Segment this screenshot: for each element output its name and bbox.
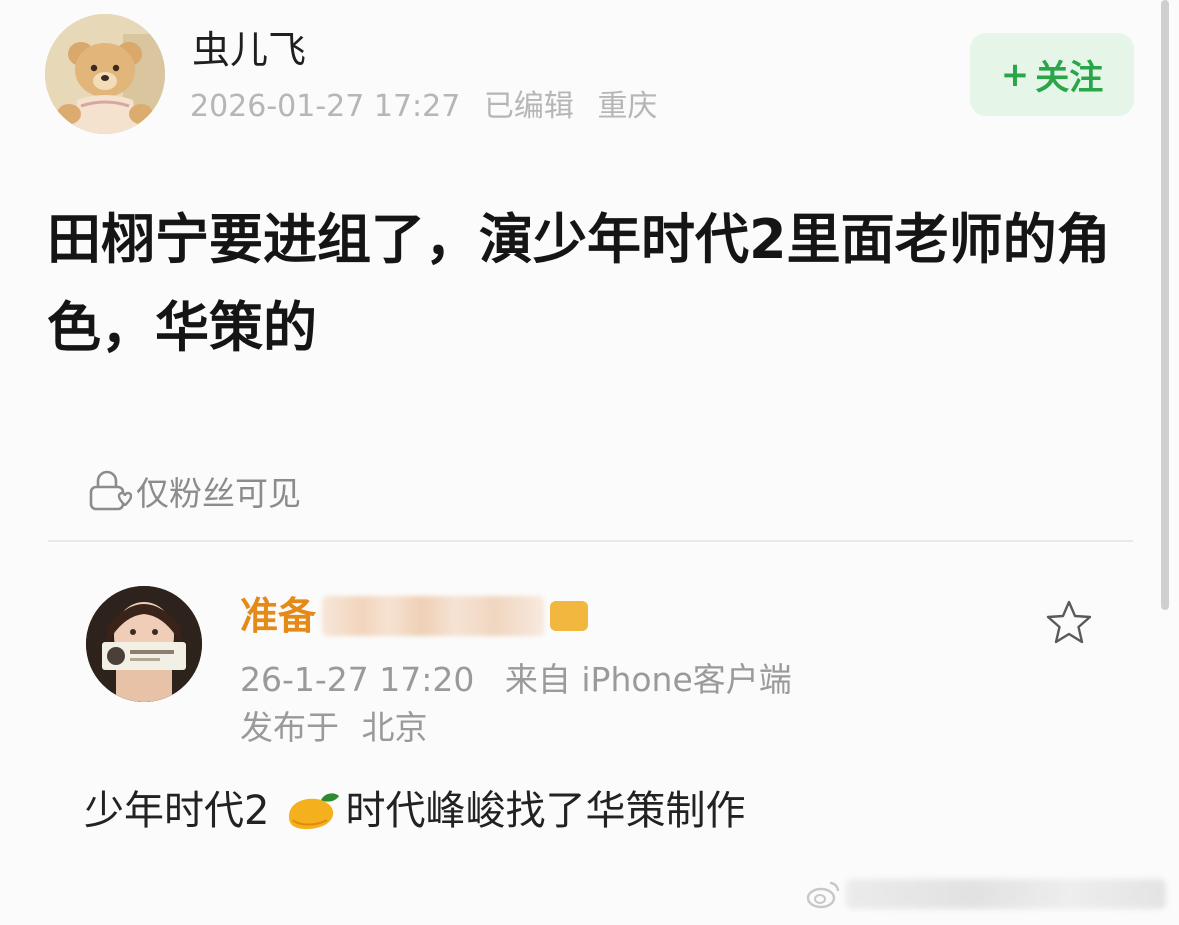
visibility-label: 仅粉丝可见 (136, 474, 301, 513)
poster-avatar[interactable] (45, 14, 165, 134)
post-text: 田栩宁要进组了，演少年时代2里面老师的角色，华策的 (47, 208, 1111, 359)
commenter-name-prefix: 准备 (240, 594, 317, 638)
lock-heart-icon (89, 470, 132, 511)
comment-text: 少年时代2 时代峰峻找了华策制作 (84, 784, 745, 838)
star-icon[interactable] (1044, 598, 1094, 648)
post-meta: 2026-01-27 17:27 已编辑 重庆 (190, 86, 671, 128)
comment-text-before: 少年时代2 (84, 788, 270, 834)
comment-source: 来自 iPhone客户端 (504, 660, 792, 699)
comment-time: 26-1-27 17:20 (240, 660, 475, 699)
commenter-name-blurred (322, 596, 545, 636)
post-location: 重庆 (597, 89, 658, 124)
commenter-avatar[interactable] (86, 586, 202, 702)
divider (48, 540, 1133, 542)
scrollbar[interactable] (1161, 0, 1169, 610)
follow-label: 关注 (1035, 58, 1104, 98)
poster-name[interactable]: 虫儿飞 (192, 26, 306, 74)
comment-text-after: 时代峰峻找了华策制作 (345, 788, 746, 834)
published-location: 北京 (361, 708, 428, 747)
weibo-logo-icon (806, 881, 840, 909)
post-date: 2026-01-27 17:27 (190, 89, 461, 124)
watermark (806, 872, 1166, 916)
comment-location-meta: 发布于 北京 (240, 705, 440, 751)
post-edited-label: 已编辑 (483, 89, 574, 124)
commenter-name[interactable]: 准备 (240, 592, 589, 640)
published-label: 发布于 (240, 708, 339, 747)
weibo-post-screenshot: 虫儿飞 2026-01-27 17:27 已编辑 重庆 + 关注 田栩宁要进组了… (0, 0, 1179, 925)
member-badge-icon (550, 601, 589, 631)
mango-emoji-icon (289, 793, 340, 830)
watermark-blurred-text (846, 879, 1166, 909)
plus-icon: + (1000, 54, 1030, 95)
person-photo-icon (86, 586, 202, 702)
follow-button[interactable]: + 关注 (970, 33, 1134, 116)
teddy-bear-icon (45, 14, 165, 134)
comment-meta: 26-1-27 17:20 来自 iPhone客户端 (240, 657, 812, 703)
visibility-indicator: 仅粉丝可见 (86, 467, 301, 515)
